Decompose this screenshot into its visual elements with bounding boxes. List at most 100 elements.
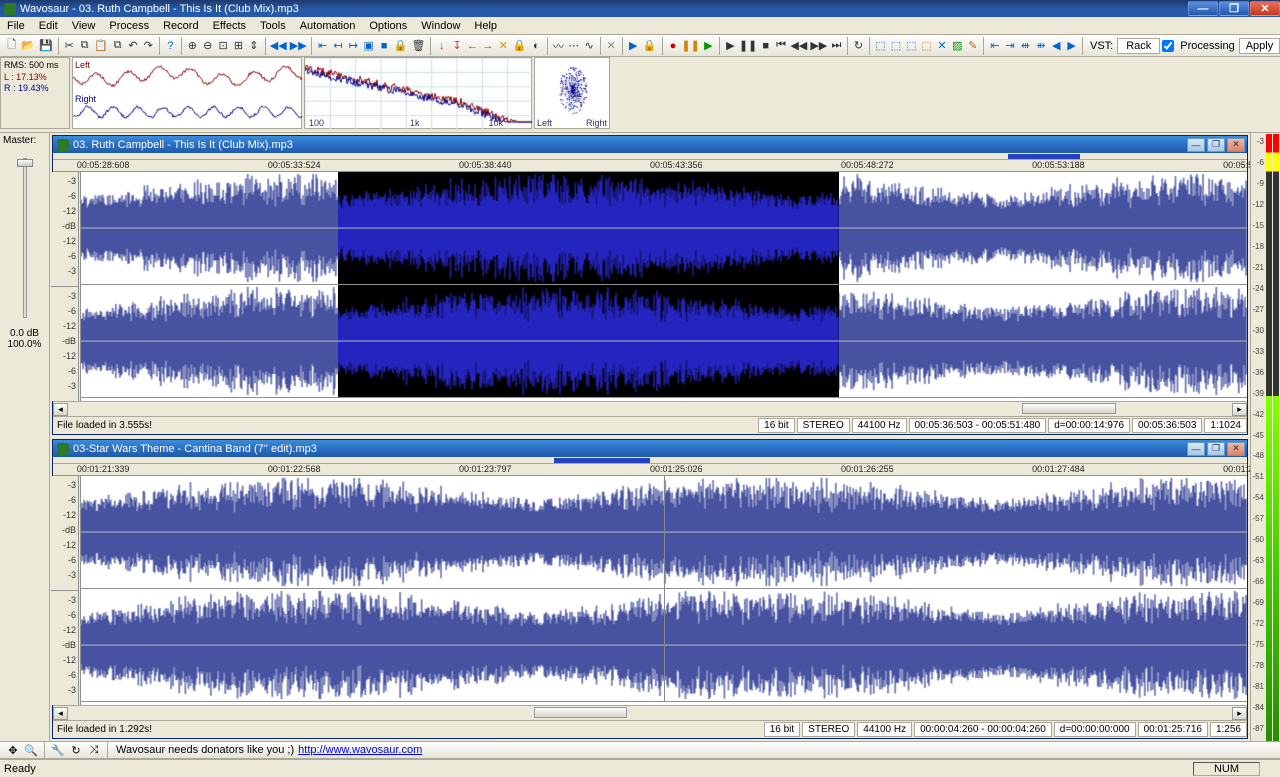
snap3-button[interactable]: ⇺ bbox=[1019, 37, 1032, 55]
zoom-v-button[interactable]: ⇕ bbox=[247, 37, 260, 55]
time-ruler[interactable]: 00:05:28:60800:05:33:52400:05:38:44000:0… bbox=[53, 160, 1247, 172]
menu-options[interactable]: Options bbox=[362, 18, 414, 34]
doc-maximize-button[interactable]: ❐ bbox=[1207, 442, 1225, 456]
horizontal-scrollbar[interactable]: ◂▸ bbox=[53, 401, 1247, 416]
doc-close-button[interactable]: ✕ bbox=[1227, 442, 1245, 456]
right-channel[interactable] bbox=[81, 285, 1247, 398]
menu-automation[interactable]: Automation bbox=[293, 18, 363, 34]
pan-tool-button[interactable]: ✥ bbox=[4, 742, 22, 758]
paste-button[interactable]: 📋 bbox=[93, 37, 109, 55]
pause-button[interactable]: ❚❚ bbox=[739, 37, 757, 55]
document-titlebar[interactable]: 03-Star Wars Theme - Cantina Band (7'' e… bbox=[53, 440, 1247, 457]
help-button[interactable]: ? bbox=[164, 37, 177, 55]
sel-zero-r-button[interactable]: ↦ bbox=[347, 37, 360, 55]
sel-start-button[interactable]: ⇤ bbox=[316, 37, 329, 55]
zoom-sel-button[interactable]: ⊡ bbox=[216, 37, 229, 55]
lock-sel-button[interactable]: 🔒 bbox=[393, 37, 409, 55]
new-button[interactable]: 🗋 bbox=[5, 37, 18, 55]
end-button[interactable]: ⏭ bbox=[830, 37, 843, 55]
master-slider-thumb[interactable] bbox=[17, 159, 33, 167]
loop-set-button[interactable]: ◐ bbox=[530, 37, 543, 55]
marker-add-button[interactable]: ↓ bbox=[435, 37, 448, 55]
fwd-button[interactable]: ▶▶ bbox=[810, 37, 828, 55]
scroll-thumb[interactable] bbox=[1022, 403, 1115, 414]
waveform-channels[interactable] bbox=[81, 476, 1247, 705]
next-marker-button[interactable]: ▶▶ bbox=[289, 37, 307, 55]
menu-edit[interactable]: Edit bbox=[32, 18, 65, 34]
sel-zero-l-button[interactable]: ↤ bbox=[331, 37, 344, 55]
fx3-button[interactable]: ⬚ bbox=[905, 37, 918, 55]
open-button[interactable]: 📂 bbox=[20, 37, 36, 55]
audio-route-button[interactable]: ▶ bbox=[627, 37, 640, 55]
snap2-button[interactable]: ⇥ bbox=[1003, 37, 1016, 55]
menu-effects[interactable]: Effects bbox=[206, 18, 253, 34]
fx5-button[interactable]: ✕ bbox=[935, 37, 948, 55]
window-close-button[interactable]: ✕ bbox=[1250, 1, 1280, 16]
document-titlebar[interactable]: 03. Ruth Campbell - This Is It (Club Mix… bbox=[53, 136, 1247, 153]
vst-rack-button[interactable]: Rack bbox=[1117, 38, 1160, 54]
zoom-out-button[interactable]: ⊖ bbox=[201, 37, 214, 55]
menu-view[interactable]: View bbox=[65, 18, 103, 34]
doc-minimize-button[interactable]: — bbox=[1187, 442, 1205, 456]
zoom-in-button[interactable]: ⊕ bbox=[186, 37, 199, 55]
copy-button[interactable]: ⧉ bbox=[78, 37, 91, 55]
menu-record[interactable]: Record bbox=[156, 18, 205, 34]
marker-prev-button[interactable]: ← bbox=[466, 37, 479, 55]
fx2-button[interactable]: ⬚ bbox=[889, 37, 902, 55]
overview-bar[interactable] bbox=[53, 153, 1247, 160]
back-button[interactable]: ◀◀ bbox=[790, 37, 808, 55]
fx4-button[interactable]: ⬚ bbox=[920, 37, 933, 55]
menu-window[interactable]: Window bbox=[414, 18, 467, 34]
doc-maximize-button[interactable]: ❐ bbox=[1207, 138, 1225, 152]
menu-help[interactable]: Help bbox=[467, 18, 504, 34]
overview-window[interactable] bbox=[1008, 154, 1080, 159]
zoom-full-button[interactable]: ⊞ bbox=[232, 37, 245, 55]
redo-button[interactable]: ↷ bbox=[142, 37, 155, 55]
paste-mix-button[interactable]: ⧉ bbox=[111, 37, 124, 55]
audio-lock-button[interactable]: 🔒 bbox=[642, 37, 658, 55]
menu-tools[interactable]: Tools bbox=[253, 18, 293, 34]
fx6-button[interactable]: ▨ bbox=[951, 37, 964, 55]
wrench-button[interactable]: 🔧 bbox=[49, 742, 67, 758]
marker-clear-button[interactable]: ✕ bbox=[497, 37, 510, 55]
overview-bar[interactable] bbox=[53, 457, 1247, 464]
del-button[interactable]: ✕ bbox=[604, 37, 617, 55]
scroll-right-button[interactable]: ▸ bbox=[1232, 707, 1247, 720]
horizontal-scrollbar[interactable]: ◂▸ bbox=[53, 705, 1247, 720]
trash-button[interactable]: 🗑 bbox=[410, 37, 426, 55]
rewind-button[interactable]: ⏮ bbox=[774, 37, 787, 55]
scroll-left-button[interactable]: ◂ bbox=[53, 403, 68, 416]
cut-button[interactable]: ✂ bbox=[62, 37, 75, 55]
selection-region[interactable] bbox=[338, 285, 839, 397]
right-channel[interactable] bbox=[81, 589, 1247, 702]
overview-window[interactable] bbox=[554, 458, 650, 463]
scroll-thumb[interactable] bbox=[534, 707, 627, 718]
window-minimize-button[interactable]: — bbox=[1188, 1, 1218, 16]
sel-crop-button[interactable]: ▣ bbox=[362, 37, 375, 55]
play-button[interactable]: ▶ bbox=[724, 37, 737, 55]
marker-del-button[interactable]: ↧ bbox=[450, 37, 463, 55]
loop-tool-button[interactable]: ↻ bbox=[67, 742, 85, 758]
record-pause-button[interactable]: ❚❚ bbox=[682, 37, 700, 55]
time-ruler[interactable]: 00:01:21:33900:01:22:56800:01:23:79700:0… bbox=[53, 464, 1247, 476]
fx7-button[interactable]: ✎ bbox=[966, 37, 979, 55]
menu-file[interactable]: File bbox=[0, 18, 32, 34]
marker-next-button[interactable]: → bbox=[481, 37, 494, 55]
doc-minimize-button[interactable]: — bbox=[1187, 138, 1205, 152]
record-button[interactable]: ● bbox=[666, 37, 679, 55]
shuffle-button[interactable]: ⤨ bbox=[85, 742, 103, 758]
scroll-right-button[interactable]: ▸ bbox=[1232, 403, 1247, 416]
sel-all-button[interactable]: ■ bbox=[377, 37, 390, 55]
zoom-tool-button[interactable]: 🔍 bbox=[22, 742, 40, 758]
doc-close-button[interactable]: ✕ bbox=[1227, 138, 1245, 152]
wave-draw-button[interactable]: 〰 bbox=[552, 37, 565, 55]
snap1-button[interactable]: ⇤ bbox=[988, 37, 1001, 55]
waveform-channels[interactable] bbox=[81, 172, 1247, 401]
apply-button[interactable]: Apply bbox=[1239, 38, 1280, 54]
menu-process[interactable]: Process bbox=[102, 18, 156, 34]
stop-button[interactable]: ■ bbox=[759, 37, 772, 55]
scroll-left-button[interactable]: ◂ bbox=[53, 707, 68, 720]
left-channel[interactable] bbox=[81, 476, 1247, 589]
window-maximize-button[interactable]: ❐ bbox=[1219, 1, 1249, 16]
left-channel[interactable] bbox=[81, 172, 1247, 285]
